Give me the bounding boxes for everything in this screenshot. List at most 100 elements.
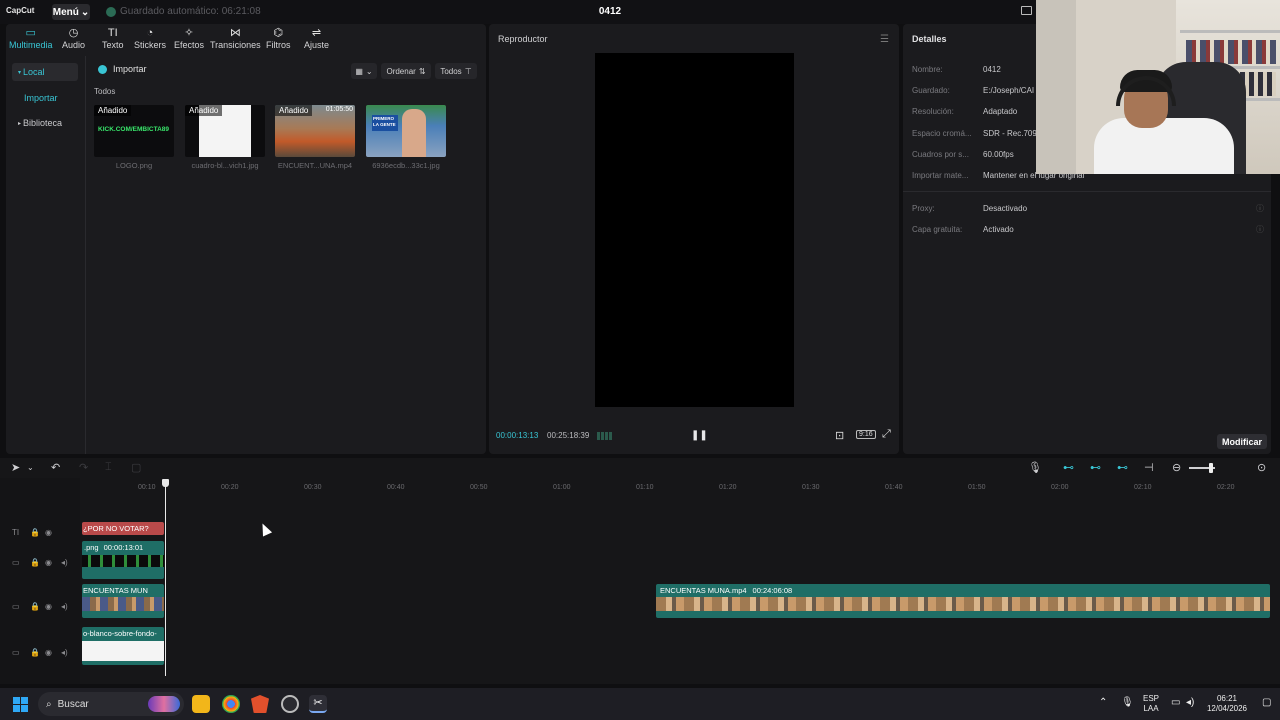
thumb-text: PRIMERO LA GENTE (372, 115, 398, 131)
tab-label: Stickers (134, 40, 167, 50)
audio-icon[interactable]: ◂) (61, 602, 68, 611)
zoom-slider-handle[interactable] (1209, 463, 1213, 473)
main-clip-right[interactable]: ENCUENTAS MUNA.mp4 00:24:06:08 (656, 584, 1270, 618)
filter-icon: ⊤ (464, 66, 472, 76)
filter-button[interactable]: Todos ⊤ (435, 63, 477, 79)
tab-texto[interactable]: TI Texto (102, 26, 124, 50)
clip-frames (82, 597, 164, 611)
main-clip-left[interactable]: ENCUENTAS MUN (82, 584, 164, 618)
eye-icon[interactable]: ◉ (45, 648, 52, 657)
wall (1036, 0, 1076, 174)
audio-icon[interactable]: ◂) (61, 648, 68, 657)
tab-efectos[interactable]: ✧ Efectos (174, 26, 204, 50)
tab-audio[interactable]: ◷ Audio (62, 26, 85, 50)
filters-icon: ⌬ (273, 27, 284, 39)
tab-stickers[interactable]: ◔ Stickers (134, 26, 166, 50)
brave-icon[interactable] (251, 695, 269, 713)
notifications-icon[interactable]: ▢ (1262, 698, 1271, 708)
chevron-down-icon[interactable]: ⌄ (27, 463, 34, 472)
screenshot-icon[interactable]: ⊡ (835, 429, 844, 442)
capcut-taskbar-icon[interactable]: ✂ (309, 695, 327, 713)
clip-label: ¿POR NO VOTAR? (83, 524, 149, 533)
sidebar-item-importar[interactable]: Importar (12, 89, 78, 107)
lock-icon[interactable]: 🔒 (30, 648, 40, 657)
tab-filtros[interactable]: ⌬ Filtros (266, 26, 291, 50)
lock-icon[interactable]: 🔒 (30, 602, 40, 611)
tab-ajuste[interactable]: ⇌ Ajuste (304, 26, 329, 50)
sticker-icon: ◔ (146, 27, 154, 39)
eye-icon[interactable]: ◉ (45, 528, 52, 537)
figures (1186, 40, 1276, 64)
fullscreen-icon[interactable]: ⤢ (882, 428, 891, 441)
volume-icon[interactable]: ◂) (1186, 698, 1194, 708)
menu-label: Menú (52, 6, 79, 18)
sidebar-item-biblioteca[interactable]: ▸ Biblioteca (12, 114, 78, 132)
file-explorer-icon[interactable] (192, 695, 210, 713)
microphone-icon[interactable]: 🎙 (1121, 698, 1134, 708)
align-icon[interactable]: ⊣ (1144, 461, 1154, 474)
preview-canvas[interactable] (595, 53, 794, 407)
added-badge: Añadido (94, 105, 132, 116)
transitions-icon: ⋈ (229, 27, 241, 39)
media-item-name: 6936ecdb...33c1.jpg (372, 161, 440, 170)
layout-icon[interactable] (1021, 6, 1032, 15)
audio-icon[interactable]: ◂) (61, 558, 68, 567)
detail-label: Importar mate... (912, 171, 969, 180)
view-mode-button[interactable]: ▦ ⌄ (351, 63, 377, 79)
aspect-ratio-button[interactable]: 9:16 (856, 430, 876, 439)
zoom-out-icon[interactable]: ⊖ (1172, 461, 1181, 474)
zoom-fit-icon[interactable]: ⊙ (1257, 461, 1266, 474)
playhead[interactable] (165, 481, 166, 676)
split-icon[interactable]: ⌶ (105, 461, 112, 474)
time-ruler[interactable]: 00:10 00:20 00:30 00:40 00:50 01:00 01:1… (80, 478, 1280, 492)
sidebar-item-local[interactable]: ▾ Local (12, 63, 78, 81)
lock-icon[interactable]: 🔒 (30, 528, 40, 537)
eye-icon[interactable]: ◉ (45, 602, 52, 611)
modify-button[interactable]: Modificar (1217, 434, 1267, 449)
media-item-cuadro[interactable]: Añadido (185, 105, 265, 157)
windows-start-icon[interactable] (13, 697, 28, 712)
chevron-up-icon[interactable]: ⌃ (1099, 698, 1107, 708)
microphone-icon[interactable]: 🎙 (1028, 461, 1042, 474)
obs-icon[interactable] (281, 695, 299, 713)
link-clips-icon[interactable]: ⊷ (1063, 461, 1074, 474)
clip-frames (82, 555, 164, 567)
taskbar-search[interactable]: ⌕ Buscar (38, 692, 184, 716)
tab-transiciones[interactable]: ⋈ Transiciones (210, 26, 261, 50)
hamburger-icon[interactable]: ☰ (880, 34, 889, 45)
media-item-encuentas[interactable]: Añadido 01:05:50 (275, 105, 355, 157)
clip-duration: 00:24:06:08 (752, 586, 793, 595)
menu-button[interactable]: Menú ⌄ (52, 4, 90, 20)
lock-icon[interactable]: 🔒 (30, 558, 40, 567)
magnet-icon[interactable]: ⊷ (1090, 461, 1101, 474)
sort-button[interactable]: Ordenar ⇅ (381, 63, 431, 79)
media-item-logo[interactable]: KICK.COM/EMBICTA89 Añadido (94, 105, 174, 157)
taskbar: ⌕ Buscar ✂ ⌃ 🎙 ESP LAA ▭ ◂) 06:21 12/04/… (0, 688, 1280, 720)
eye-icon[interactable]: ◉ (45, 558, 52, 567)
detail-value: 0412 (983, 65, 1001, 74)
ruler-tick: 02:10 (1134, 484, 1152, 491)
sidebar-item-label: Local (23, 67, 45, 77)
delete-icon[interactable]: ▢ (131, 461, 141, 474)
network-icon[interactable]: ▭ (1171, 698, 1180, 708)
info-icon[interactable]: ⓘ (1256, 224, 1264, 235)
pause-icon[interactable]: ❚❚ (691, 430, 708, 441)
text-clip[interactable]: ¿POR NO VOTAR? (82, 522, 164, 535)
timeline-toolbar: ➤ ⌄ ↶ ↷ ⌶ ▢ 🎙 ⊷ ⊷ ⊷ ⊣ ⊖ ⊙ (0, 458, 1280, 478)
ruler-tick: 01:00 (553, 484, 571, 491)
redo-icon[interactable]: ↷ (79, 461, 88, 474)
info-icon[interactable]: ⓘ (1256, 203, 1264, 214)
import-button[interactable]: Importar (98, 64, 147, 74)
search-highlight-image (148, 696, 180, 712)
clock[interactable]: 06:21 12/04/2026 (1203, 694, 1251, 714)
webcam-overlay (1036, 0, 1280, 174)
auto-snap-icon[interactable]: ⊷ (1117, 461, 1128, 474)
language-indicator[interactable]: ESP LAA (1143, 694, 1159, 714)
logo-clip[interactable]: .png 00:00:13:01 (82, 541, 164, 579)
media-item-image[interactable]: PRIMERO LA GENTE (366, 105, 446, 157)
tab-multimedia[interactable]: ▭ Multimedia (9, 26, 53, 50)
select-cursor-icon[interactable]: ➤ (11, 461, 20, 474)
background-clip[interactable]: o-blanco-sobre-fondo- (82, 627, 164, 665)
chrome-icon[interactable] (222, 695, 240, 713)
undo-icon[interactable]: ↶ (51, 461, 60, 474)
